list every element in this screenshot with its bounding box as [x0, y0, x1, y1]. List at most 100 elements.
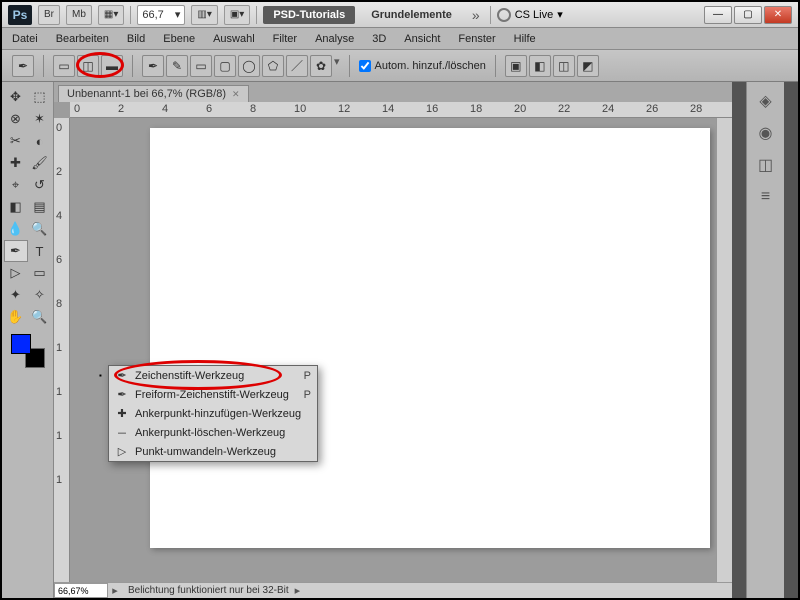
wand-tool[interactable]: ✶: [28, 108, 52, 130]
menu-3d[interactable]: 3D: [372, 33, 386, 45]
panel-collapse-strip[interactable]: [784, 82, 798, 598]
path-subtract-button[interactable]: ◧: [529, 55, 551, 77]
view-extras-button[interactable]: ▦▾: [98, 5, 124, 25]
cslive-icon: [497, 8, 511, 22]
stamp-tool[interactable]: ⌖: [4, 174, 28, 196]
status-bar: 66,67% ▸ Belichtung funktioniert nur bei…: [54, 582, 732, 598]
cslive-button[interactable]: CS Live ▾: [497, 8, 563, 22]
rect-shape-opt[interactable]: ▭: [190, 55, 212, 77]
gradient-tool[interactable]: ▤: [28, 196, 52, 218]
blur-tool[interactable]: 💧: [4, 218, 28, 240]
path-exclude-button[interactable]: ◩: [577, 55, 599, 77]
current-tool-indicator[interactable]: ✒: [12, 55, 34, 77]
cslive-label: CS Live: [515, 9, 554, 21]
line-shape-opt[interactable]: ／: [286, 55, 308, 77]
flyout-item-label: Ankerpunkt-hinzufügen-Werkzeug: [135, 408, 301, 420]
color-panel-icon[interactable]: ◉: [753, 122, 779, 144]
flyout-item-add-anchor[interactable]: ✚ Ankerpunkt-hinzufügen-Werkzeug: [109, 404, 317, 423]
hand-tool[interactable]: ✋: [4, 306, 28, 328]
zoom-field[interactable]: 66,7▾: [137, 5, 185, 25]
history-brush-tool[interactable]: ↺: [28, 174, 52, 196]
freeform-pen-opt[interactable]: ✎: [166, 55, 188, 77]
flyout-item-delete-anchor[interactable]: － Ankerpunkt-löschen-Werkzeug: [109, 423, 317, 442]
workspace-more-icon[interactable]: »: [468, 7, 484, 23]
flyout-item-pen[interactable]: ✒ Zeichenstift-Werkzeug P: [109, 366, 317, 385]
3d-camera-tool[interactable]: ✧: [28, 284, 52, 306]
menu-analyse[interactable]: Analyse: [315, 33, 354, 45]
separator: [490, 6, 491, 24]
foreground-color-swatch[interactable]: [11, 334, 31, 354]
window-minimize-button[interactable]: —: [704, 6, 732, 24]
status-menu-icon[interactable]: ▸: [108, 584, 122, 597]
ellipse-shape-opt[interactable]: ◯: [238, 55, 260, 77]
zoom-status-field[interactable]: 66,67%: [54, 583, 108, 598]
panel-collapse-strip[interactable]: [732, 82, 746, 598]
polygon-shape-opt[interactable]: ⬠: [262, 55, 284, 77]
document-tabs: Unbenannt-1 bei 66,7% (RGB/8) ✕: [54, 82, 732, 102]
path-select-tool[interactable]: ▷: [4, 262, 28, 284]
lasso-tool[interactable]: ⊗: [4, 108, 28, 130]
document-tab[interactable]: Unbenannt-1 bei 66,7% (RGB/8) ✕: [58, 85, 249, 102]
adjustments-panel-icon[interactable]: ◫: [753, 154, 779, 176]
pen-tool[interactable]: ✒: [4, 240, 28, 262]
color-swatches[interactable]: [11, 334, 45, 368]
workspace-tab-dark[interactable]: PSD-Tutorials: [263, 6, 355, 24]
3d-tool[interactable]: ✦: [4, 284, 28, 306]
shape-tool[interactable]: ▭: [28, 262, 52, 284]
auto-add-delete-checkbox[interactable]: Autom. hinzuf./löschen: [359, 60, 486, 72]
chevron-down-icon[interactable]: ▾: [334, 55, 340, 77]
pen-tool-opt[interactable]: ✒: [142, 55, 164, 77]
canvas[interactable]: [150, 128, 710, 548]
eraser-tool[interactable]: ◧: [4, 196, 28, 218]
horizontal-scrollbar[interactable]: [300, 583, 732, 598]
type-tool[interactable]: T: [28, 240, 52, 262]
heal-tool[interactable]: ✚: [4, 152, 28, 174]
menu-ebene[interactable]: Ebene: [163, 33, 195, 45]
right-panel-dock: ◈ ◉ ◫ ≡: [746, 82, 784, 598]
crop-tool[interactable]: ✂: [4, 130, 28, 152]
fill-pixels-button[interactable]: ▬: [101, 55, 123, 77]
menu-hilfe[interactable]: Hilfe: [514, 33, 536, 45]
eyedropper-tool[interactable]: ◐: [28, 130, 52, 152]
workspace-tab-light[interactable]: Grundelemente: [361, 6, 462, 24]
roundrect-shape-opt[interactable]: ▢: [214, 55, 236, 77]
flyout-item-shortcut: P: [304, 370, 311, 382]
menu-datei[interactable]: Datei: [12, 33, 38, 45]
dodge-tool[interactable]: 🔍: [28, 218, 52, 240]
separator: [256, 6, 257, 24]
bridge-button[interactable]: Br: [38, 5, 60, 25]
window-close-button[interactable]: ✕: [764, 6, 792, 24]
separator: [130, 6, 131, 24]
flyout-item-label: Zeichenstift-Werkzeug: [135, 370, 244, 382]
close-tab-icon[interactable]: ✕: [232, 89, 240, 100]
canvas-viewport[interactable]: [70, 118, 732, 582]
arrange-docs-button[interactable]: ▥▾: [191, 5, 217, 25]
path-intersect-button[interactable]: ◫: [553, 55, 575, 77]
menu-bild[interactable]: Bild: [127, 33, 145, 45]
flyout-item-convert-point[interactable]: ▷ Punkt-umwandeln-Werkzeug: [109, 442, 317, 461]
menu-filter[interactable]: Filter: [273, 33, 297, 45]
history-panel-icon[interactable]: ≡: [753, 186, 779, 208]
brush-tool[interactable]: 🖌: [28, 152, 52, 174]
titlebar: Ps Br Mb ▦▾ 66,7▾ ▥▾ ▣▾ PSD-Tutorials Gr…: [2, 2, 798, 28]
layers-panel-icon[interactable]: ◈: [753, 90, 779, 112]
window-maximize-button[interactable]: ▢: [734, 6, 762, 24]
paths-button[interactable]: ◫: [77, 55, 99, 77]
path-combine-button[interactable]: ▣: [505, 55, 527, 77]
shape-layers-button[interactable]: ▭: [53, 55, 75, 77]
freeform-pen-icon: ✒: [115, 388, 129, 401]
custom-shape-opt[interactable]: ✿: [310, 55, 332, 77]
menu-auswahl[interactable]: Auswahl: [213, 33, 255, 45]
minibridge-button[interactable]: Mb: [66, 5, 92, 25]
vertical-scrollbar[interactable]: [716, 118, 732, 582]
menu-bearbeiten[interactable]: Bearbeiten: [56, 33, 109, 45]
screen-mode-button[interactable]: ▣▾: [224, 5, 250, 25]
zoom-tool[interactable]: 🔍: [28, 306, 52, 328]
auto-add-delete-input[interactable]: [359, 60, 371, 72]
move-tool[interactable]: ✥: [4, 86, 28, 108]
menu-fenster[interactable]: Fenster: [458, 33, 495, 45]
status-text: Belichtung funktioniert nur bei 32-Bit: [122, 585, 295, 596]
menu-ansicht[interactable]: Ansicht: [404, 33, 440, 45]
marquee-tool[interactable]: ⬚: [28, 86, 52, 108]
flyout-item-freeform-pen[interactable]: ✒ Freiform-Zeichenstift-Werkzeug P: [109, 385, 317, 404]
